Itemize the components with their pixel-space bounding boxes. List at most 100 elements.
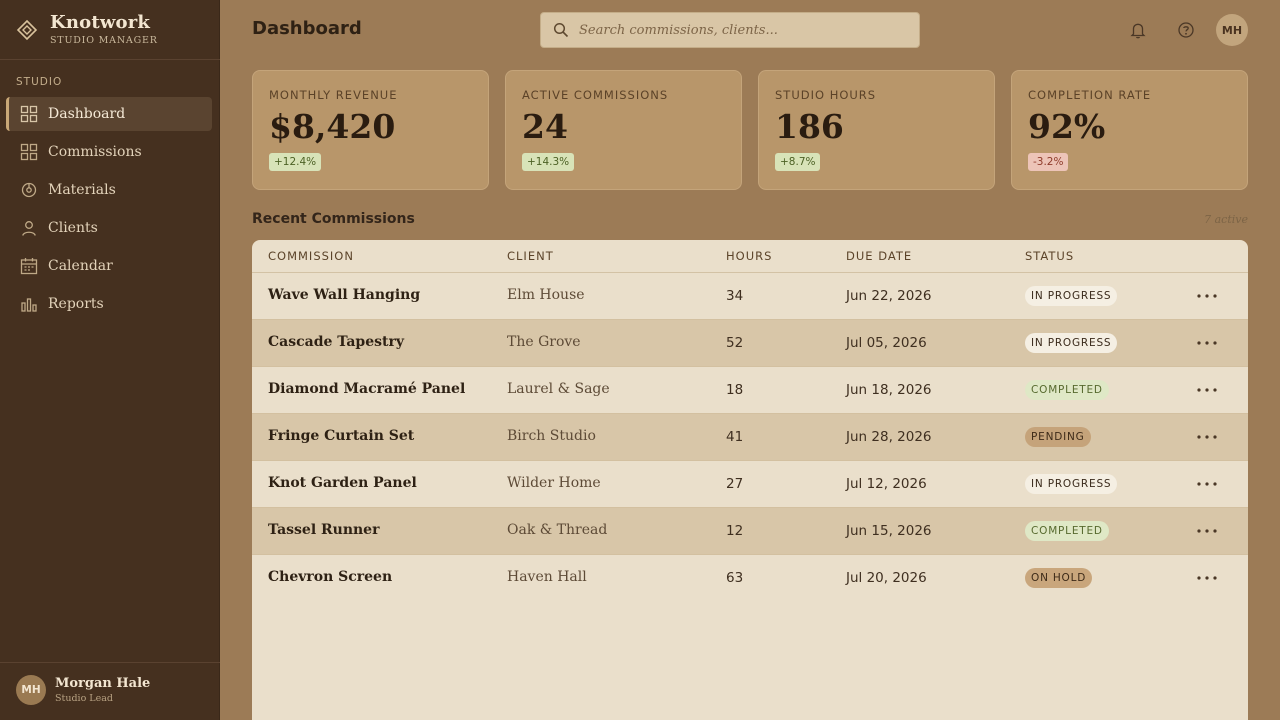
- table-row[interactable]: Knot Garden Panel Wilder Home 27 Jul 12,…: [252, 461, 1248, 508]
- sidebar-item-label: Commissions: [48, 144, 142, 160]
- more-options-icon[interactable]: [1196, 431, 1218, 443]
- diamond-knot-icon: [16, 19, 38, 41]
- column-header-status[interactable]: STATUS: [1025, 249, 1074, 263]
- section-title: Recent Commissions: [252, 211, 415, 227]
- grid-icon: [20, 105, 38, 123]
- stat-card-active-commissions: ACTIVE COMMISSIONS 24 +14.3%: [505, 70, 742, 190]
- status-badge: PENDING: [1025, 427, 1091, 447]
- column-header-due-date[interactable]: DUE DATE: [846, 249, 912, 263]
- status-badge: IN PROGRESS: [1025, 474, 1118, 494]
- client-name: Elm House: [507, 287, 585, 303]
- stat-card-monthly-revenue: MONTHLY REVENUE $8,420 +12.4%: [252, 70, 489, 190]
- due-date: Jul 20, 2026: [846, 570, 927, 586]
- stat-value: 92%: [1028, 107, 1106, 146]
- sidebar-item-label: Calendar: [48, 258, 113, 274]
- more-options-icon[interactable]: [1196, 337, 1218, 349]
- sidebar: Knotwork STUDIO MANAGER STUDIO Dashboard…: [0, 0, 220, 720]
- nav-section-label: STUDIO: [16, 76, 63, 88]
- active-count: 7 active: [1204, 213, 1248, 226]
- column-header-hours[interactable]: HOURS: [726, 249, 772, 263]
- stat-card-studio-hours: STUDIO HOURS 186 +8.7%: [758, 70, 995, 190]
- status-badge: IN PROGRESS: [1025, 333, 1118, 353]
- column-header-commission[interactable]: COMMISSION: [268, 249, 354, 263]
- user-role: Studio Lead: [55, 693, 113, 704]
- search-box[interactable]: [540, 12, 920, 48]
- table-row[interactable]: Wave Wall Hanging Elm House 34 Jun 22, 2…: [252, 273, 1248, 320]
- calendar-icon: [20, 258, 38, 275]
- due-date: Jun 28, 2026: [846, 429, 932, 445]
- trend-badge: +14.3%: [522, 153, 575, 171]
- user-profile[interactable]: MH Morgan Hale Studio Lead: [16, 675, 150, 705]
- commission-name: Chevron Screen: [268, 569, 393, 585]
- sidebar-item-clients[interactable]: Clients: [6, 211, 212, 245]
- table-row[interactable]: Diamond Macramé Panel Laurel & Sage 18 J…: [252, 367, 1248, 414]
- more-options-icon[interactable]: [1196, 572, 1218, 584]
- commission-name: Wave Wall Hanging: [268, 287, 421, 303]
- due-date: Jul 12, 2026: [846, 476, 927, 492]
- column-header-client[interactable]: CLIENT: [507, 249, 554, 263]
- stat-value: 186: [775, 107, 844, 146]
- status-badge: COMPLETED: [1025, 521, 1109, 541]
- bar-chart-icon: [21, 298, 37, 312]
- search-icon: [553, 22, 569, 38]
- more-options-icon[interactable]: [1196, 525, 1218, 537]
- hours-value: 27: [726, 476, 744, 492]
- due-date: Jul 05, 2026: [846, 335, 927, 351]
- stat-label: MONTHLY REVENUE: [269, 88, 398, 102]
- search-input[interactable]: [579, 22, 899, 38]
- divider: [0, 662, 220, 663]
- stat-label: ACTIVE COMMISSIONS: [522, 88, 669, 102]
- hours-value: 34: [726, 288, 744, 304]
- table-row[interactable]: Fringe Curtain Set Birch Studio 41 Jun 2…: [252, 414, 1248, 461]
- stat-label: COMPLETION RATE: [1028, 88, 1152, 102]
- page-title: Dashboard: [252, 18, 362, 39]
- more-options-icon[interactable]: [1196, 478, 1218, 490]
- sidebar-item-materials[interactable]: Materials: [6, 173, 212, 207]
- sidebar-item-commissions[interactable]: Commissions: [6, 135, 212, 169]
- status-badge: ON HOLD: [1025, 568, 1093, 588]
- sidebar-item-dashboard[interactable]: Dashboard: [6, 97, 212, 131]
- hours-value: 12: [726, 523, 744, 539]
- stat-value: $8,420: [269, 107, 396, 146]
- sidebar-item-label: Materials: [48, 182, 116, 198]
- due-date: Jun 22, 2026: [846, 288, 932, 304]
- table-row[interactable]: Chevron Screen Haven Hall 63 Jul 20, 202…: [252, 555, 1248, 602]
- client-name: Oak & Thread: [507, 522, 608, 538]
- client-name: Wilder Home: [507, 475, 601, 491]
- commission-name: Knot Garden Panel: [268, 475, 417, 491]
- avatar: MH: [16, 675, 46, 705]
- sidebar-nav: Dashboard Commissions Materials Clients …: [6, 97, 212, 325]
- table-row[interactable]: Cascade Tapestry The Grove 52 Jul 05, 20…: [252, 320, 1248, 367]
- sidebar-item-label: Clients: [48, 220, 98, 236]
- divider: [0, 59, 220, 60]
- due-date: Jun 15, 2026: [846, 523, 932, 539]
- hours-value: 52: [726, 335, 744, 351]
- client-name: Laurel & Sage: [507, 381, 610, 397]
- bell-icon[interactable]: [1129, 21, 1147, 39]
- sidebar-item-label: Dashboard: [48, 106, 126, 122]
- sidebar-item-calendar[interactable]: Calendar: [6, 249, 212, 283]
- commission-name: Tassel Runner: [268, 522, 380, 538]
- sidebar-item-label: Reports: [48, 296, 104, 312]
- commission-name: Cascade Tapestry: [268, 334, 404, 350]
- help-icon[interactable]: [1177, 21, 1195, 39]
- brand-name: Knotwork: [50, 12, 151, 33]
- table-row[interactable]: Tassel Runner Oak & Thread 12 Jun 15, 20…: [252, 508, 1248, 555]
- commission-name: Fringe Curtain Set: [268, 428, 415, 444]
- commission-name: Diamond Macramé Panel: [268, 381, 466, 397]
- trend-badge: +8.7%: [775, 153, 821, 171]
- user-avatar-button[interactable]: MH: [1216, 14, 1248, 46]
- sidebar-item-reports[interactable]: Reports: [6, 287, 212, 321]
- brand[interactable]: Knotwork STUDIO MANAGER: [16, 12, 158, 46]
- user-name: Morgan Hale: [55, 676, 151, 691]
- commissions-table: COMMISSION CLIENT HOURS DUE DATE STATUS …: [252, 240, 1248, 720]
- due-date: Jun 18, 2026: [846, 382, 932, 398]
- person-icon: [22, 221, 36, 236]
- more-options-icon[interactable]: [1196, 384, 1218, 396]
- hours-value: 18: [726, 382, 744, 398]
- stat-label: STUDIO HOURS: [775, 88, 877, 102]
- status-badge: IN PROGRESS: [1025, 286, 1118, 306]
- more-options-icon[interactable]: [1196, 290, 1218, 302]
- hours-value: 41: [726, 429, 744, 445]
- stat-value: 24: [522, 107, 568, 146]
